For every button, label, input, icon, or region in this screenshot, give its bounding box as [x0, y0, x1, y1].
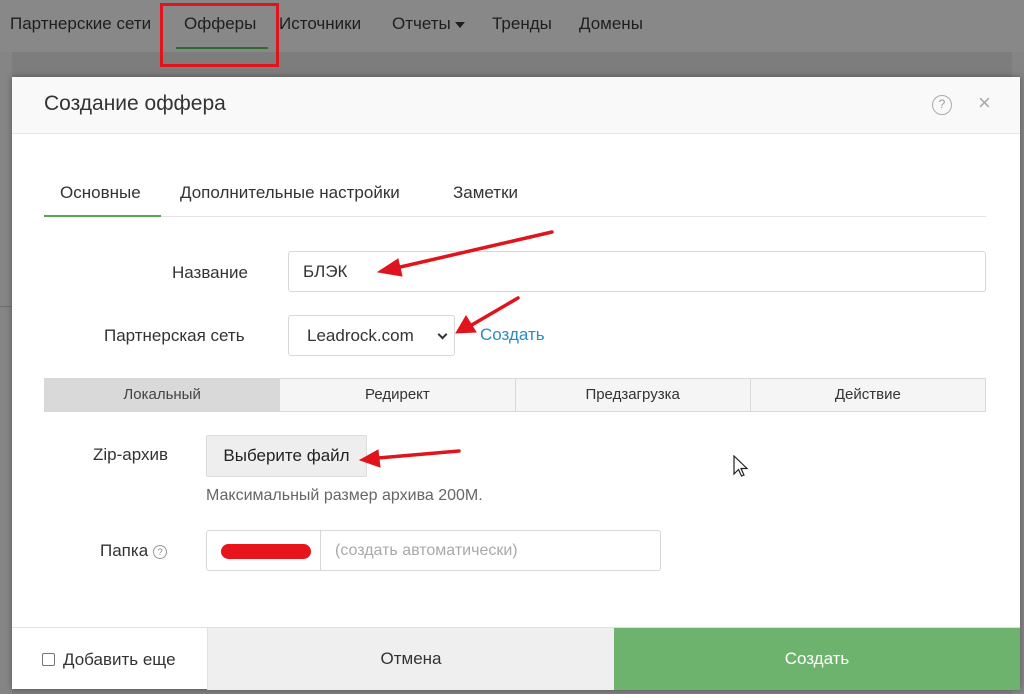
nav-item-domains[interactable]: Домены — [579, 14, 643, 34]
nav-item-trends[interactable]: Тренды — [492, 14, 552, 34]
nav-item-sources[interactable]: Источники — [279, 14, 361, 34]
mode-local[interactable]: Локальный — [45, 379, 280, 411]
chevron-down-icon — [437, 329, 448, 340]
create-network-link[interactable]: Создать — [480, 325, 545, 345]
folder-prefix — [207, 531, 321, 570]
nav-item-partner-networks[interactable]: Партнерские сети — [10, 14, 151, 34]
modal-footer: Добавить еще Отмена Создать — [12, 627, 1020, 690]
folder-label-text: Папка — [100, 541, 149, 560]
modal-header: Создание оффера ? × — [12, 77, 1020, 134]
add-more-checkbox[interactable]: Добавить еще — [42, 650, 176, 670]
create-offer-modal: Создание оффера ? × Основные Дополнитель… — [12, 77, 1020, 690]
partner-network-selected: Leadrock.com — [307, 326, 414, 345]
folder-input[interactable]: (создать автоматически) — [335, 542, 518, 560]
help-icon[interactable]: ? — [932, 95, 952, 115]
folder-input-group: (создать автоматически) — [206, 530, 661, 571]
create-button[interactable]: Создать — [614, 628, 1020, 690]
nav-item-reports-label: Отчеты — [392, 14, 451, 33]
partner-network-label: Партнерская сеть — [104, 326, 245, 345]
choose-file-button[interactable]: Выберите файл — [206, 435, 367, 477]
zip-archive-label: Zip-архив — [93, 445, 169, 464]
tab-additional-settings[interactable]: Дополнительные настройки — [180, 183, 400, 203]
tab-notes[interactable]: Заметки — [453, 183, 518, 203]
mode-preload[interactable]: Предзагрузка — [514, 379, 750, 411]
modal-title: Создание оффера — [44, 92, 226, 115]
cancel-button[interactable]: Отмена — [207, 628, 614, 690]
mouse-cursor-icon — [733, 455, 749, 477]
tab-main[interactable]: Основные — [60, 183, 141, 203]
redaction-mark — [221, 544, 311, 559]
tab-active-indicator — [44, 215, 161, 217]
add-more-label: Добавить еще — [63, 650, 176, 669]
offer-type-switch: Локальный Редирект Предзагрузка Действие — [44, 378, 986, 412]
question-icon[interactable]: ? — [153, 544, 168, 559]
caret-down-icon — [454, 21, 465, 28]
partner-network-select[interactable]: Leadrock.com — [288, 315, 455, 356]
zip-size-hint: Максимальный размер архива 200M. — [206, 487, 483, 504]
annotation-highlight-box — [160, 3, 279, 67]
name-input-value: БЛЭК — [303, 262, 348, 281]
folder-label: Папка? — [100, 541, 168, 561]
checkbox-icon[interactable] — [42, 653, 55, 666]
mode-action[interactable]: Действие — [749, 379, 985, 411]
nav-item-reports[interactable]: Отчеты — [392, 14, 465, 34]
background-page-left — [0, 52, 12, 694]
background-divider — [0, 306, 12, 307]
mode-redirect[interactable]: Редирект — [279, 379, 515, 411]
close-icon[interactable]: × — [978, 91, 991, 115]
modal-tabs: Основные Дополнительные настройки Заметк… — [44, 167, 986, 217]
name-input[interactable]: БЛЭК — [288, 251, 986, 292]
top-navigation: Партнерские сети Офферы Источники Отчеты… — [0, 0, 1024, 52]
name-label: Название — [172, 263, 248, 282]
